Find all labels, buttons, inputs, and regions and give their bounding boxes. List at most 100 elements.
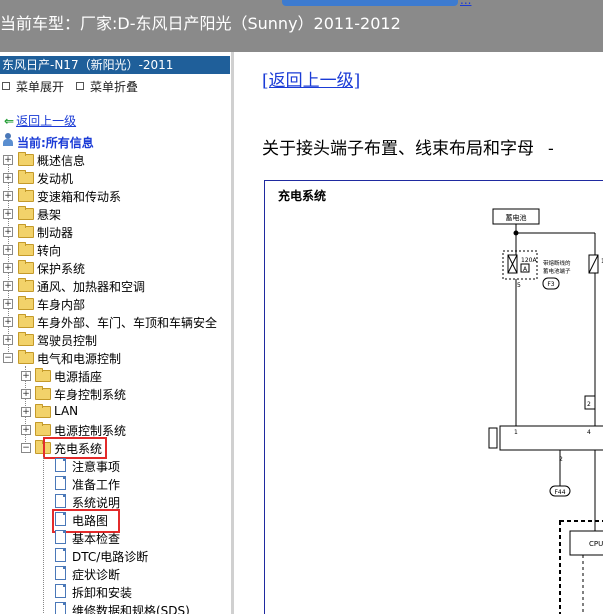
tree-item-label: 转向 (37, 244, 62, 258)
collapse-icon (76, 82, 84, 90)
folder-icon (18, 206, 34, 220)
expand-plus-icon[interactable]: + (3, 209, 13, 219)
tree-item-label: 悬架 (37, 208, 62, 222)
tree-item-label: 车身外部、车门、车顶和车辆安全 (37, 316, 218, 330)
tree-item-label: 电气和电源控制 (37, 352, 122, 366)
tree-item-charging-system[interactable]: − 充电系统 (0, 439, 230, 457)
tree-item-transmission[interactable]: + 变速箱和传动系 (0, 187, 230, 205)
section-heading-tail: - (548, 139, 554, 159)
regulator-dashed-outline (559, 520, 603, 614)
tree-item-protection[interactable]: + 保护系统 (0, 259, 230, 277)
tab-sliver[interactable] (282, 0, 458, 6)
expand-plus-icon[interactable]: + (3, 227, 13, 237)
tree-item-power-control[interactable]: + 电源控制系统 (0, 421, 230, 439)
tree-doc-label: 准备工作 (72, 478, 121, 492)
expand-plus-icon[interactable]: + (3, 335, 13, 345)
tree-item-overview[interactable]: + 概述信息 (0, 151, 230, 169)
title-bar: ... 当前车型：厂家:D-东风日产阳光（Sunny）2011-2012 (0, 0, 603, 52)
tree-doc-preparation[interactable]: 准备工作 (0, 475, 230, 493)
tree-item-brakes[interactable]: + 制动器 (0, 223, 230, 241)
expand-plus-icon[interactable]: + (3, 317, 13, 327)
expand-plus-icon[interactable]: + (3, 299, 13, 309)
conn-f3: F3 (547, 281, 554, 288)
expand-plus-icon[interactable]: + (21, 407, 31, 417)
expand-menu-button[interactable]: 菜单展开 (2, 78, 64, 95)
expand-plus-icon[interactable]: + (3, 245, 13, 255)
folder-open-icon (18, 350, 34, 364)
tree-item-engine[interactable]: + 发动机 (0, 169, 230, 187)
folder-icon (18, 332, 34, 346)
collapse-minus-icon[interactable]: − (3, 353, 13, 363)
tree-doc-label: 注意事项 (72, 460, 121, 474)
expand-icon (2, 82, 10, 90)
tree-doc-label: DTC/电路诊断 (72, 550, 149, 564)
tree-doc-dtc-diagnosis[interactable]: DTC/电路诊断 (0, 547, 230, 565)
expand-plus-icon[interactable]: + (3, 173, 13, 183)
tree-item-label: 保护系统 (37, 262, 86, 276)
tree-doc-service-data[interactable]: 维修数据和规格(SDS) (0, 601, 230, 614)
expand-plus-icon[interactable]: + (21, 425, 31, 435)
wiring-diagram: 充电系统 蓄电池 120A A 带熔断线的 蓄电池端子 F3 5 2 1 2 4… (264, 180, 603, 614)
tree-root-label: 当前:所有信息 (17, 136, 94, 150)
folder-icon (35, 404, 51, 418)
section-heading: 关于接头端子布置、线束布局和字母 - (262, 134, 554, 159)
connector-latch (488, 427, 498, 449)
document-icon (55, 584, 66, 598)
folder-icon (35, 368, 51, 382)
tree-item-hvac[interactable]: + 通风、加热器和空调 (0, 277, 230, 295)
expand-plus-icon[interactable]: + (3, 281, 13, 291)
fuse2-cross (588, 254, 599, 274)
pin-2: 2 (587, 401, 591, 408)
wiring-diagram-canvas: 蓄电池 120A A 带熔断线的 蓄电池端子 F3 5 2 1 2 4 F44 … (488, 208, 603, 614)
document-icon (55, 602, 66, 614)
expand-plus-icon[interactable]: + (3, 155, 13, 165)
tree-doc-label: 维修数据和规格(SDS) (72, 604, 190, 614)
tree-item-interior[interactable]: + 车身内部 (0, 295, 230, 313)
expand-plus-icon[interactable]: + (3, 263, 13, 273)
document-icon (55, 476, 66, 490)
tree-item-steering[interactable]: + 转向 (0, 241, 230, 259)
collapse-menu-label: 菜单折叠 (90, 80, 139, 94)
section-heading-text: 关于接头端子布置、线束布局和字母 (262, 139, 534, 159)
expand-plus-icon[interactable]: + (21, 389, 31, 399)
folder-icon (18, 296, 34, 310)
content-back-link[interactable]: [返回上一级] (262, 66, 360, 91)
collapse-minus-icon[interactable]: − (21, 443, 31, 453)
expand-plus-icon[interactable]: + (21, 371, 31, 381)
tree-item-label: 电源插座 (54, 370, 103, 384)
tree-item-label: LAN (54, 404, 79, 418)
tree-item-power-outlet[interactable]: + 电源插座 (0, 367, 230, 385)
tree-root-current[interactable]: 当前:所有信息 (0, 133, 220, 151)
folder-icon (18, 314, 34, 328)
back-arrow-icon: ⇐ (4, 114, 15, 128)
expand-plus-icon[interactable]: + (3, 191, 13, 201)
tree-doc-symptom-diagnosis[interactable]: 症状诊断 (0, 565, 230, 583)
folder-icon (18, 170, 34, 184)
document-icon (55, 530, 66, 544)
expand-menu-label: 菜单展开 (16, 80, 65, 94)
tree-item-lan[interactable]: + LAN (0, 403, 230, 421)
document-icon (55, 458, 66, 472)
tree-doc-precautions[interactable]: 注意事项 (0, 457, 230, 475)
user-icon (3, 133, 13, 147)
tree-item-label: 车身控制系统 (54, 388, 127, 402)
folder-icon (35, 422, 51, 436)
tree-item-body-control[interactable]: + 车身控制系统 (0, 385, 230, 403)
sidebar-back-link[interactable]: ⇐ 返回上一级 (4, 112, 76, 129)
tree-item-exterior[interactable]: + 车身外部、车门、车顶和车辆安全 (0, 313, 230, 331)
folder-icon (18, 278, 34, 292)
collapse-menu-button[interactable]: 菜单折叠 (76, 78, 138, 95)
battery-label: 蓄电池 (506, 213, 527, 222)
sidebar-back-label: 返回上一级 (16, 114, 77, 128)
folder-icon (18, 260, 34, 274)
tree-item-label: 概述信息 (37, 154, 86, 168)
tree-doc-basic-inspection[interactable]: 基本检查 (0, 529, 230, 547)
truncated-link[interactable]: ... (460, 0, 471, 7)
model-selector[interactable]: 东风日产-N17（新阳光）-2011 (0, 56, 230, 74)
tree-item-driver-controls[interactable]: + 驾驶员控制 (0, 331, 230, 349)
tree-doc-label: 拆卸和安装 (72, 586, 133, 600)
tree-item-electrical[interactable]: − 电气和电源控制 (0, 349, 230, 367)
tree-item-suspension[interactable]: + 悬架 (0, 205, 230, 223)
tree-doc-removal-installation[interactable]: 拆卸和安装 (0, 583, 230, 601)
folder-icon (35, 386, 51, 400)
